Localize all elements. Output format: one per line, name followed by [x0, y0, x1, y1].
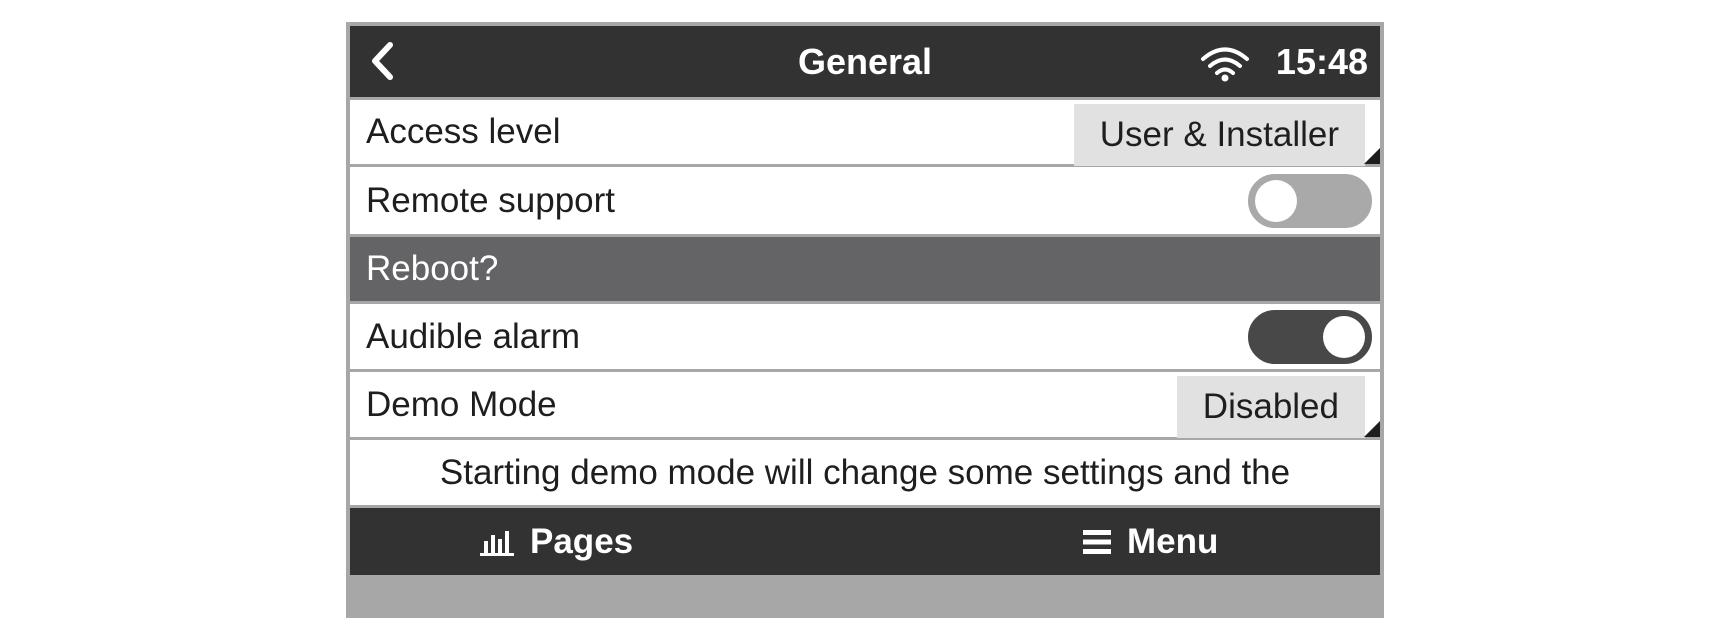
- back-button[interactable]: [360, 36, 410, 86]
- demo-mode-selector[interactable]: Disabled: [1176, 376, 1365, 438]
- access-level-selector[interactable]: User & Installer: [1073, 104, 1365, 166]
- bottom-bar: Pages Menu: [350, 508, 1380, 575]
- bar-chart-icon: [480, 530, 514, 556]
- clock: 15:48: [1275, 41, 1368, 82]
- access-level-value: User & Installer: [1099, 115, 1339, 154]
- toggle-knob: [1255, 180, 1297, 222]
- top-bar: General 15:48: [350, 26, 1380, 97]
- menu-label: Menu: [1127, 521, 1219, 561]
- audible-alarm-row: Audible alarm: [350, 304, 1380, 369]
- dropdown-corner-indicator: [1364, 148, 1380, 164]
- device-screen: General 15:48 Access level User & Instal…: [346, 22, 1384, 618]
- demo-mode-row: Demo Mode Disabled: [350, 372, 1380, 438]
- reboot-label: Reboot?: [366, 249, 499, 288]
- remote-support-row: Remote support: [350, 167, 1380, 234]
- menu-button[interactable]: Menu: [1083, 508, 1218, 575]
- access-level-label: Access level: [366, 112, 561, 151]
- demo-mode-label: Demo Mode: [366, 384, 557, 424]
- reboot-button[interactable]: Reboot?: [350, 237, 1380, 301]
- chevron-left-icon: [372, 42, 393, 80]
- wifi-icon: [1201, 47, 1249, 82]
- toggle-knob: [1323, 316, 1365, 358]
- access-level-row: Access level User & Installer: [350, 100, 1380, 166]
- demo-mode-value: Disabled: [1202, 387, 1339, 426]
- hamburger-menu-icon: [1083, 529, 1111, 554]
- demo-mode-notice: Starting demo mode will change some sett…: [350, 440, 1380, 505]
- audible-alarm-toggle[interactable]: [1248, 310, 1372, 364]
- remote-support-label: Remote support: [366, 180, 616, 220]
- remote-support-toggle[interactable]: [1248, 174, 1372, 228]
- pages-label: Pages: [530, 521, 634, 561]
- pages-button[interactable]: Pages: [480, 508, 633, 575]
- audible-alarm-label: Audible alarm: [366, 316, 580, 356]
- dropdown-corner-indicator: [1364, 421, 1380, 437]
